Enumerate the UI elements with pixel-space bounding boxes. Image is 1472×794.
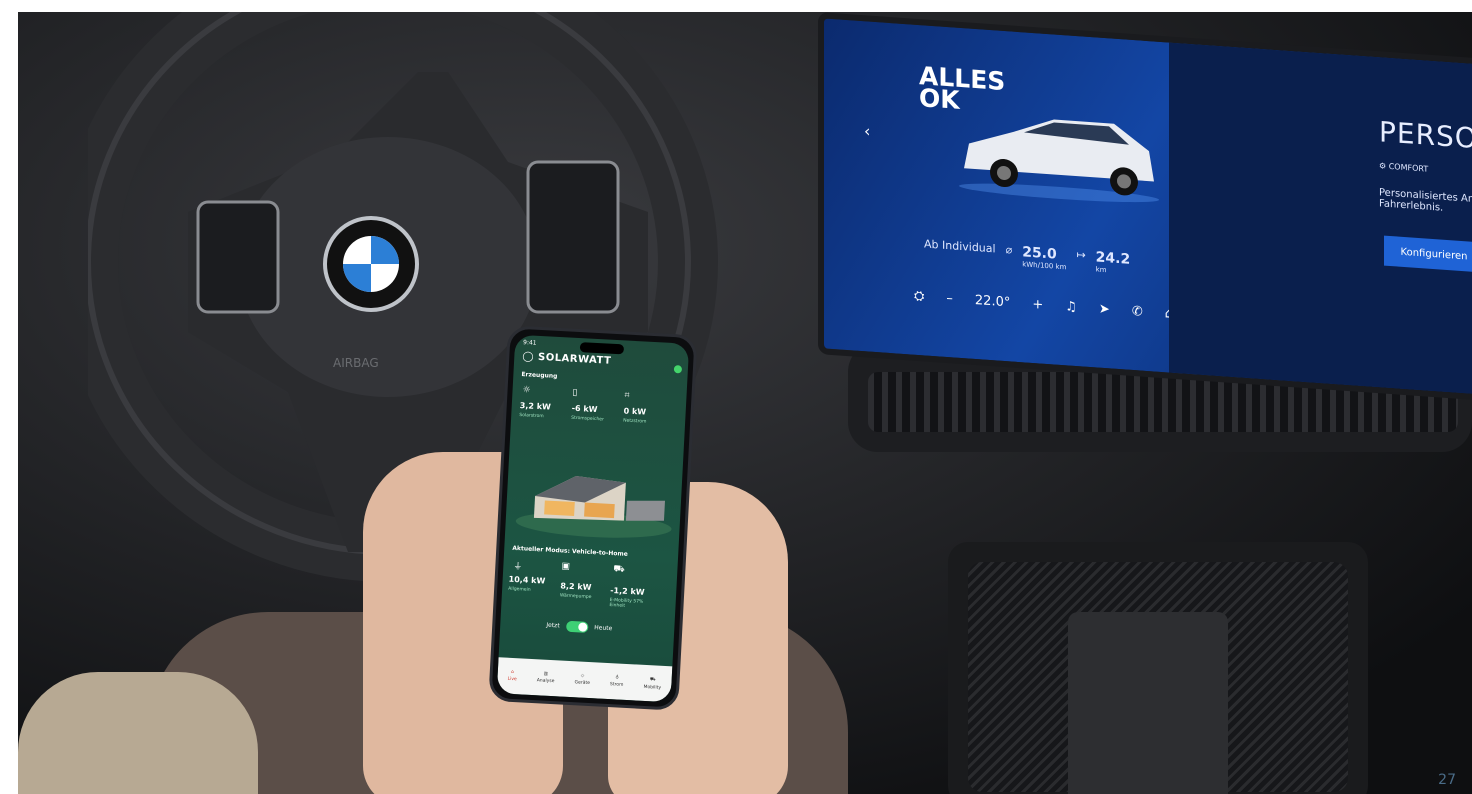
ev-icon: ⛟ [613, 564, 625, 575]
menu-icon[interactable] [673, 365, 683, 374]
toggle-right-label: Heute [594, 624, 613, 633]
panel-title: PERSO [1379, 115, 1472, 156]
gear-selector [1068, 612, 1228, 794]
solar-label: Solarstrom [519, 413, 544, 420]
drive-mode: Ab Individual [924, 237, 996, 256]
nav-mobility[interactable]: ⛟ Mobility [643, 676, 661, 691]
bmw-logo [323, 216, 419, 312]
storage-label: Stromspeicher [571, 415, 604, 423]
temp-decrease-button[interactable]: – [946, 290, 953, 305]
solar-value: 3,2 kW [519, 401, 552, 412]
grid-icon: ⌗ [624, 390, 630, 401]
toggle-left-label: Jetzt [546, 621, 560, 630]
dynamic-island [579, 342, 625, 355]
status-time: 9:41 [522, 339, 537, 347]
car-nav-icon: ⛟ [649, 676, 656, 682]
emobility-value: -1,2 kW [609, 586, 645, 597]
heatpump-label: Wärmepumpe [559, 593, 592, 601]
phone-icon[interactable]: ✆ [1132, 303, 1143, 319]
grid-label: Netzstrom [622, 418, 647, 425]
heatpump-icon: ▣ [561, 561, 571, 572]
car-image [959, 119, 1159, 203]
seat-icon[interactable]: ⛭ [914, 288, 924, 304]
section-generation: Erzeugung [521, 371, 558, 380]
personalization-panel [1169, 42, 1472, 395]
device-icon: ◇ [580, 673, 585, 679]
heatpump-value: 8,2 kW [560, 581, 592, 593]
airbag-label: AIRBAG [333, 356, 379, 370]
smartphone[interactable]: 9:41 ◯ SOLARWATT Erzeugung ☼ ▯ ⌗ 3,2 kW … [488, 325, 698, 711]
current-mode: Aktueller Modus: Vehicle-to-Home [512, 544, 628, 558]
grid-value: 0 kW [623, 406, 647, 417]
gear-icon: ⚙ [1379, 161, 1387, 171]
consumption-icon: ⌀ [1005, 243, 1013, 257]
general-value: 10,4 kW [508, 574, 546, 586]
general-label: Allgemein [508, 586, 531, 593]
time-toggle[interactable] [566, 620, 589, 633]
page-number: 27 [1438, 772, 1456, 788]
logo-icon: ◯ [522, 351, 535, 363]
solarwatt-app[interactable]: 9:41 ◯ SOLARWATT Erzeugung ☼ ▯ ⌗ 3,2 kW … [496, 334, 690, 703]
plug-icon: ⏚ [513, 561, 523, 573]
nav-power[interactable]: ♁ Strom [610, 675, 624, 687]
storage-value: -6 kW [571, 403, 598, 415]
music-icon[interactable]: ♫ [1065, 299, 1077, 315]
sun-icon: ☼ [522, 385, 531, 396]
app-logo: ◯ SOLARWATT [522, 351, 612, 367]
bulb-icon: ♁ [615, 675, 619, 681]
navigation-icon[interactable]: ➤ [1099, 301, 1110, 317]
emobility-label: E-Mobility 57% Einheit [609, 597, 644, 609]
nav-live[interactable]: ⌂ Live [507, 670, 517, 682]
nav-analyse[interactable]: ▥ Analyse [537, 671, 555, 685]
battery-icon: ▯ [572, 387, 578, 399]
range-icon: ↦ [1076, 248, 1086, 262]
photo-scene: AIRBAG ‹ ALLES OK Ab Individual ⌀ 25.0 kW… [18, 12, 1472, 794]
infotainment-screen[interactable]: ‹ ALLES OK Ab Individual ⌀ 25.0 kWh/100 k… [818, 12, 1472, 401]
bottom-nav[interactable]: ⌂ Live ▥ Analyse ◇ Geräte ♁ Strom ⛟ Mobility [496, 657, 673, 703]
consumption-unit: kWh/100 km [1022, 260, 1067, 272]
temp-increase-button[interactable]: + [1032, 296, 1043, 312]
fur-collar [18, 672, 258, 794]
live-icon: ⌂ [510, 669, 515, 676]
nav-devices[interactable]: ◇ Geräte [574, 673, 590, 686]
drive-stats: Ab Individual ⌀ 25.0 kWh/100 km ↦ 24.2 km [924, 237, 1130, 275]
house-illustration [515, 476, 672, 538]
chart-icon: ▥ [543, 671, 549, 677]
temp-left: 22.0° [974, 292, 1011, 310]
back-chevron-icon[interactable]: ‹ [864, 121, 870, 140]
